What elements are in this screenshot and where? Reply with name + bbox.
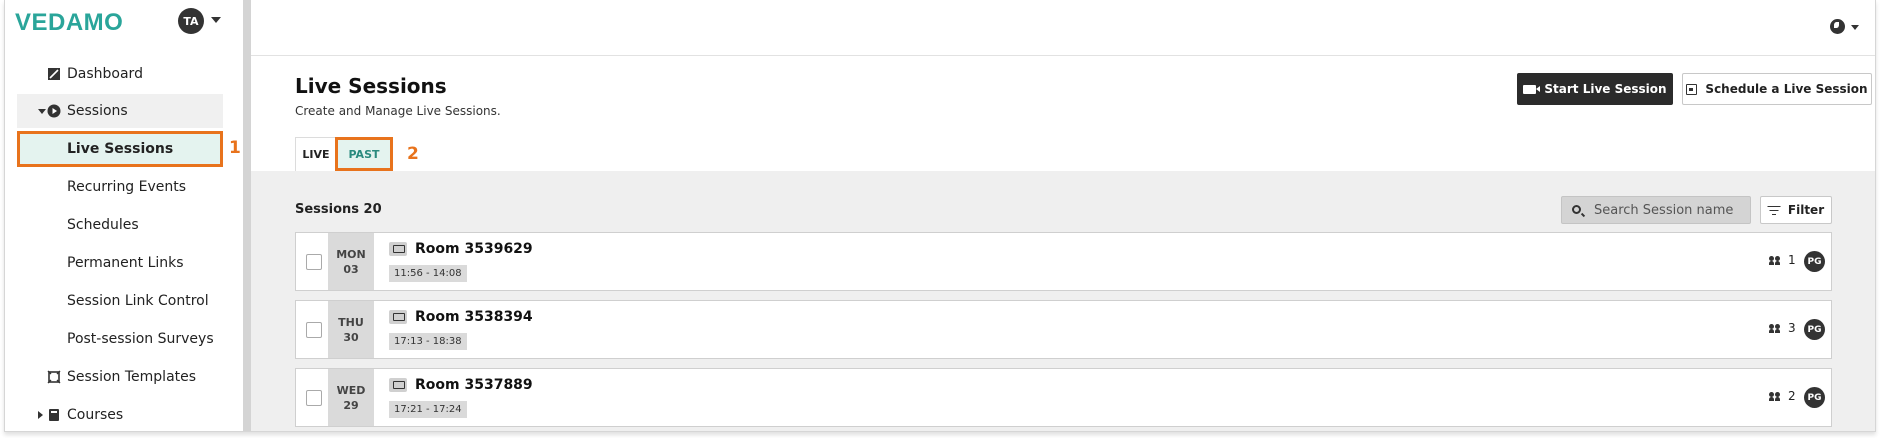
sidebar-item-schedules[interactable]: Schedules <box>5 208 243 242</box>
sidebar-scrollbar[interactable] <box>243 0 251 431</box>
sidebar-item-session-templates[interactable]: Session Templates <box>5 360 243 394</box>
row-checkbox[interactable] <box>306 254 322 270</box>
session-day: THU <box>338 315 364 329</box>
sidebar-item-courses[interactable]: Courses <box>5 398 243 431</box>
sidebar-item-label: Live Sessions <box>67 141 174 157</box>
host-avatar: PG <box>1804 319 1825 340</box>
participants-icon <box>1769 324 1783 334</box>
search-icon <box>1572 205 1581 214</box>
dashboard-icon <box>48 68 60 80</box>
globe-icon[interactable] <box>1830 19 1845 34</box>
start-live-session-button[interactable]: Start Live Session <box>1517 73 1673 105</box>
chevron-down-icon[interactable] <box>38 108 46 114</box>
button-label: Start Live Session <box>1544 82 1667 96</box>
sidebar-item-label: Sessions <box>67 103 128 119</box>
participant-count: 2 <box>1788 389 1796 403</box>
page-title: Live Sessions <box>295 74 447 98</box>
session-date: MON 03 <box>328 233 374 290</box>
filter-icon <box>1767 205 1781 215</box>
sidebar-item-label: Session Templates <box>67 369 197 385</box>
sidebar-item-label: Session Link Control <box>67 293 209 309</box>
row-checkbox[interactable] <box>306 322 322 338</box>
session-day: MON <box>336 247 366 261</box>
chevron-right-icon[interactable] <box>38 411 43 419</box>
calendar-icon <box>1686 83 1698 95</box>
search-input[interactable]: Search Session name <box>1561 196 1751 224</box>
tab-live[interactable]: LIVE <box>295 137 337 171</box>
app-window: VEDAMO TA Dashboard Sessions Live Sessio… <box>4 0 1876 432</box>
session-day-number: 30 <box>343 330 359 344</box>
participants-icon <box>1769 392 1783 402</box>
user-avatar[interactable]: TA <box>178 8 204 34</box>
room-name[interactable]: Room 3537889 <box>415 377 533 393</box>
page-subtitle: Create and Manage Live Sessions. <box>295 104 501 118</box>
session-date: WED 29 <box>328 369 374 426</box>
participant-count: 1 <box>1788 253 1796 267</box>
sidebar-item-dashboard[interactable]: Dashboard <box>5 57 243 91</box>
book-icon <box>49 409 59 421</box>
room-icon <box>389 310 407 324</box>
sidebar-item-recurring-events[interactable]: Recurring Events <box>5 170 243 204</box>
annotation-2: 2 <box>407 144 419 164</box>
session-time: 17:21 - 17:24 <box>389 401 467 418</box>
host-avatar: PG <box>1804 387 1825 408</box>
session-day: WED <box>336 383 366 397</box>
session-time: 17:13 - 18:38 <box>389 333 467 350</box>
button-label: Schedule a Live Session <box>1705 82 1868 96</box>
session-row[interactable]: WED 29 Room 3537889 17:21 - 17:24 2 PG <box>295 368 1832 427</box>
play-circle-icon <box>47 104 61 118</box>
row-checkbox[interactable] <box>306 390 322 406</box>
sidebar-item-label: Permanent Links <box>67 255 184 271</box>
tab-past[interactable]: PAST <box>335 137 393 171</box>
sidebar-item-label: Courses <box>67 407 124 423</box>
sidebar-item-label: Dashboard <box>67 66 143 82</box>
sidebar: VEDAMO TA Dashboard Sessions Live Sessio… <box>5 0 247 431</box>
sidebar-item-label: Recurring Events <box>67 179 187 195</box>
schedule-live-session-button[interactable]: Schedule a Live Session <box>1682 73 1872 105</box>
session-row[interactable]: MON 03 Room 3539629 11:56 - 14:08 1 PG <box>295 232 1832 291</box>
session-date: THU 30 <box>328 301 374 358</box>
room-name[interactable]: Room 3539629 <box>415 241 533 257</box>
chevron-down-icon[interactable] <box>211 17 221 23</box>
sidebar-item-permanent-links[interactable]: Permanent Links <box>5 246 243 280</box>
host-avatar: PG <box>1804 251 1825 272</box>
search-placeholder: Search Session name <box>1594 202 1734 218</box>
sidebar-item-post-session-surveys[interactable]: Post-session Surveys <box>5 322 243 356</box>
session-day-number: 29 <box>343 398 359 412</box>
logo: VEDAMO <box>15 9 124 36</box>
sidebar-item-session-link-control[interactable]: Session Link Control <box>5 284 243 318</box>
session-row[interactable]: THU 30 Room 3538394 17:13 - 18:38 3 PG <box>295 300 1832 359</box>
participant-count: 3 <box>1788 321 1796 335</box>
sidebar-item-live-sessions[interactable]: Live Sessions <box>5 132 243 166</box>
room-name[interactable]: Room 3538394 <box>415 309 533 325</box>
filter-button[interactable]: Filter <box>1760 196 1832 224</box>
camera-icon <box>1523 84 1541 94</box>
session-time: 11:56 - 14:08 <box>389 265 467 282</box>
button-label: Filter <box>1787 203 1825 217</box>
topbar <box>251 0 1875 56</box>
sessions-count: Sessions 20 <box>295 202 382 217</box>
sidebar-item-label: Post-session Surveys <box>67 331 214 347</box>
room-icon <box>389 378 407 392</box>
chevron-down-icon[interactable] <box>1851 25 1859 30</box>
page-header: Live Sessions Create and Manage Live Ses… <box>251 57 1875 171</box>
sessions-list-area: Sessions 20 Search Session name Filter M… <box>251 171 1875 431</box>
session-day-number: 03 <box>343 262 359 276</box>
sidebar-item-label: Schedules <box>67 217 139 233</box>
sidebar-item-sessions[interactable]: Sessions <box>5 94 243 128</box>
room-icon <box>389 242 407 256</box>
template-icon <box>47 370 61 384</box>
annotation-1: 1 <box>229 138 241 158</box>
participants-icon <box>1769 256 1783 266</box>
